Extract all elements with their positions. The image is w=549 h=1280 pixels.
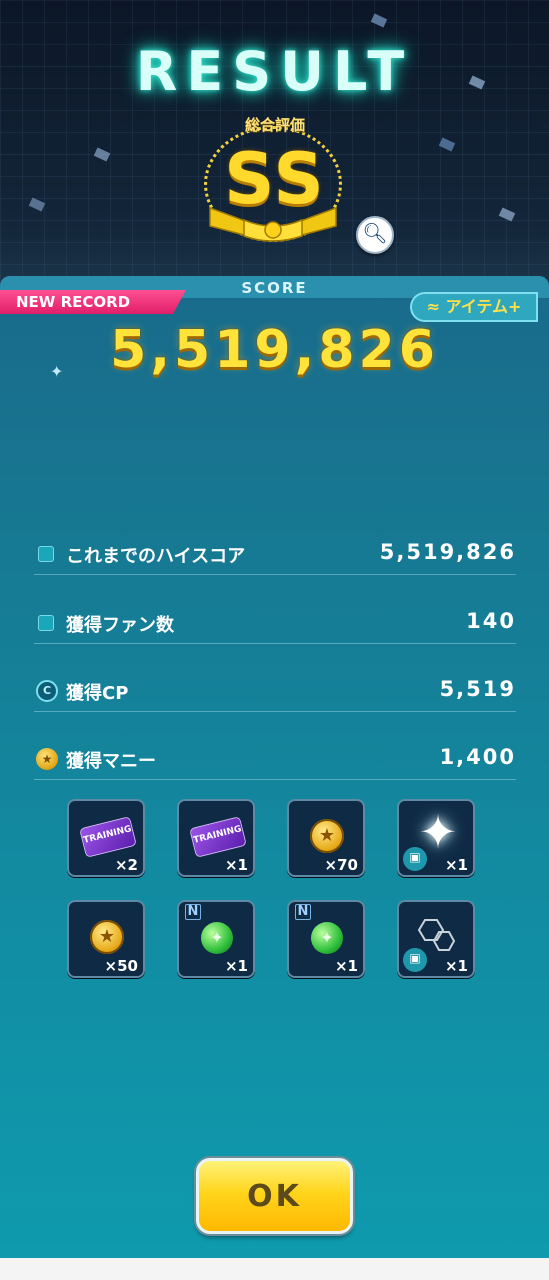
reward-tile-money[interactable]: ★ ×70 xyxy=(287,799,365,877)
item-plus-button[interactable]: ≈ アイテム+ xyxy=(410,292,538,322)
training-ticket-icon: TRAINING xyxy=(190,817,246,857)
ok-button-label: OK xyxy=(247,1179,302,1214)
money-coin-icon: ★ xyxy=(36,748,58,770)
ticket-text: TRAINING xyxy=(82,824,133,846)
ticket-text: TRAINING xyxy=(192,824,243,846)
magnifier-icon: 🔍︎ xyxy=(362,221,388,245)
rank-label: 総合評価 xyxy=(244,116,305,134)
bottom-bar xyxy=(0,1258,549,1280)
reward-tile-sparkle-effect[interactable]: ✦ ▣ ×1 xyxy=(397,799,475,877)
reward-tile-training-ticket[interactable]: TRAINING ×1 xyxy=(177,799,255,877)
stat-value: 1,400 xyxy=(439,745,516,769)
camera-icon: ▣ xyxy=(401,845,429,873)
ribbon-icon xyxy=(209,206,337,242)
reward-tile-hexagon-frame[interactable]: ▣ ×1 xyxy=(397,900,475,978)
green-gem-icon: ✦ xyxy=(201,922,233,954)
reward-tile-green-gem[interactable]: N ✦ ×1 xyxy=(287,900,365,978)
camera-icon: ▣ xyxy=(401,946,429,974)
reward-tile-money[interactable]: ★ ×50 xyxy=(67,900,145,978)
reward-count: ×1 xyxy=(334,957,358,975)
reward-count: ×2 xyxy=(114,856,138,874)
stat-label: 獲得マニー xyxy=(66,751,156,772)
stat-label: 獲得CP xyxy=(66,683,129,704)
training-ticket-icon: TRAINING xyxy=(80,817,136,857)
stat-label: 獲得ファン数 xyxy=(66,615,174,636)
rarity-badge: N xyxy=(295,904,311,920)
stat-row-high-score: これまでのハイスコア 5,519,826 xyxy=(34,538,516,575)
square-bullet-icon xyxy=(38,546,54,562)
cp-coin-icon: C xyxy=(36,680,58,702)
reward-count: ×50 xyxy=(104,957,138,975)
reward-tile-green-gem[interactable]: N ✦ ×1 xyxy=(177,900,255,978)
reward-count: ×1 xyxy=(224,856,248,874)
result-title: RESULT xyxy=(135,40,414,103)
rarity-badge: N xyxy=(185,904,201,920)
money-coin-icon: ★ xyxy=(310,819,344,853)
reward-count: ×70 xyxy=(324,856,358,874)
stat-row-fans: 獲得ファン数 140 xyxy=(34,607,516,644)
reward-count: ×1 xyxy=(444,856,468,874)
stat-label: これまでのハイスコア xyxy=(66,546,246,567)
stat-row-cp: C 獲得CP 5,519 xyxy=(34,675,516,712)
stat-value: 140 xyxy=(466,609,516,633)
result-screen: RESULT 総合評価 SS 🔍︎ SCORE NEW RECORD ≈ アイテ… xyxy=(0,0,549,1258)
new-record-banner: NEW RECORD xyxy=(0,290,186,314)
reward-count: ×1 xyxy=(224,957,248,975)
stat-value: 5,519 xyxy=(439,677,516,701)
stat-row-money: ★ 獲得マニー 1,400 xyxy=(34,743,516,780)
score-panel: SCORE NEW RECORD ≈ アイテム+ 5,519,826 ✦ これま… xyxy=(0,276,549,1258)
ok-button[interactable]: OK xyxy=(196,1158,353,1234)
square-bullet-icon xyxy=(38,615,54,631)
reward-tile-training-ticket[interactable]: TRAINING ×2 xyxy=(67,799,145,877)
zoom-button[interactable]: 🔍︎ xyxy=(356,216,394,254)
money-coin-icon: ★ xyxy=(90,920,124,954)
reward-count: ×1 xyxy=(444,957,468,975)
sparkle-icon: ✦ xyxy=(50,362,64,381)
green-gem-icon: ✦ xyxy=(311,922,343,954)
overall-rank-badge: 総合評価 SS xyxy=(200,110,350,260)
stat-value: 5,519,826 xyxy=(379,540,516,564)
score-value: 5,519,826 xyxy=(110,320,439,380)
